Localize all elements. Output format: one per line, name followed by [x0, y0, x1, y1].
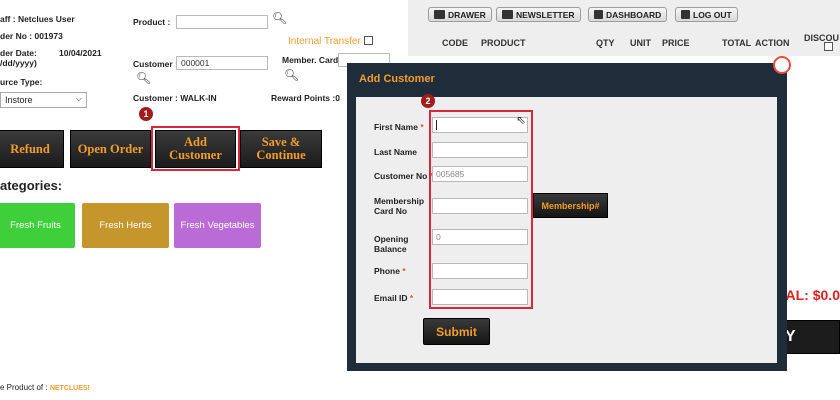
text-cursor	[436, 120, 437, 130]
cart-total: TAL: $0.0	[778, 287, 840, 303]
member-card-search-icon[interactable]: 🔍︎	[284, 68, 299, 82]
phone-text: Phone	[374, 266, 400, 276]
col-code: CODE	[442, 38, 469, 48]
step-badge-2: 2	[421, 94, 435, 108]
col-discount: DISCOU	[804, 33, 840, 43]
opening-line1: Opening	[374, 234, 409, 244]
drawer-label: DRAWER	[448, 9, 486, 20]
last-name-input[interactable]	[432, 142, 528, 158]
category-fresh-fruits[interactable]: Fresh Fruits	[0, 203, 75, 248]
last-name-label: Last Name	[374, 147, 417, 157]
save-continue-button[interactable]: Save & Continue	[240, 130, 322, 168]
member-card-label: Member. Card:	[282, 55, 342, 65]
submit-button[interactable]: Submit	[423, 318, 490, 345]
customer-no-text: Customer No	[374, 171, 428, 181]
open-order-button[interactable]: Open Order	[70, 130, 151, 168]
lock-icon	[681, 10, 690, 19]
customer-input[interactable]: 000001	[176, 56, 268, 70]
source-type-select[interactable]: Instore ⌵	[0, 92, 87, 108]
logout-button[interactable]: LOG OUT	[675, 7, 738, 22]
internal-transfer-label: Internal Transfer	[288, 36, 361, 47]
reward-points-label: Reward Points :0	[271, 93, 340, 103]
membership-line1: Membership	[374, 196, 425, 206]
opening-balance-label: Opening Balance	[374, 234, 408, 254]
category-fresh-herbs[interactable]: Fresh Herbs	[82, 203, 169, 248]
dashboard-label: DASHBOARD	[606, 9, 662, 20]
add-customer-line2: Customer	[169, 148, 222, 162]
col-product: PRODUCT	[481, 38, 526, 48]
add-customer-button[interactable]: Add Customer	[155, 130, 236, 168]
order-no-label: der No : 001973	[0, 31, 63, 41]
membership-line2: Card No	[374, 206, 408, 216]
refund-button[interactable]: Refund	[0, 130, 64, 168]
modal-body: First Name * Last Name Customer No * Mem…	[356, 94, 777, 363]
col-unit: UNIT	[630, 38, 651, 48]
first-name-input[interactable]	[432, 117, 528, 133]
drawer-button[interactable]: DRAWER	[428, 7, 492, 22]
order-date-label: der Date:	[0, 48, 37, 58]
dashboard-button[interactable]: DASHBOARD	[588, 7, 668, 22]
col-qty: QTY	[596, 38, 615, 48]
email-input[interactable]	[432, 289, 528, 305]
customer-search-icon[interactable]: 🔍︎	[136, 71, 151, 85]
footer-product-of: e Product of :	[0, 383, 48, 392]
email-text: Email ID	[374, 293, 408, 303]
opening-balance-input[interactable]: 0	[432, 229, 528, 245]
col-total: TOTAL	[722, 38, 752, 48]
first-name-text: First Name	[374, 122, 418, 132]
membership-button[interactable]: Membership#	[533, 193, 608, 218]
order-date-value: 10/04/2021	[59, 48, 102, 58]
source-type-label: urce Type:	[0, 77, 43, 87]
customer-no-input[interactable]: 005685	[432, 166, 528, 182]
col-price: PRICE	[662, 38, 690, 48]
customer-label: Customer :	[133, 59, 178, 69]
internal-transfer-checkbox[interactable]	[364, 36, 373, 45]
save-continue-line2: Continue	[256, 148, 306, 162]
customer-no-label: Customer No *	[374, 171, 433, 181]
membership-card-input[interactable]	[432, 198, 528, 214]
footer: e Product of : NETCLUES!	[0, 383, 90, 392]
categories-heading: ategories:	[0, 178, 63, 193]
email-label: Email ID *	[374, 293, 413, 303]
product-input[interactable]	[176, 15, 268, 29]
mouse-pointer-icon: ⇖	[516, 113, 527, 127]
drawer-icon	[434, 10, 445, 19]
required-mark: *	[409, 293, 414, 303]
newsletter-button[interactable]: NEWSLETTER	[496, 7, 581, 22]
first-name-label: First Name *	[374, 122, 424, 132]
customer-walkin-label: Customer : WALK-IN	[133, 93, 217, 103]
product-label: Product :	[133, 17, 171, 27]
modal-title: Add Customer	[359, 73, 435, 85]
cart-table-header: CODE PRODUCT QTY UNIT PRICE TOTAL ACTION…	[427, 33, 840, 52]
search-icon[interactable]: 🔍︎	[272, 11, 287, 25]
netclues-logo: NETCLUES!	[49, 385, 90, 392]
dashboard-icon	[594, 10, 603, 19]
col-action: ACTION	[755, 38, 790, 48]
chevron-down-icon: ⌵	[75, 94, 82, 103]
logout-label: LOG OUT	[693, 9, 732, 20]
newsletter-label: NEWSLETTER	[516, 9, 575, 20]
category-fresh-vegetables[interactable]: Fresh Vegetables	[174, 203, 261, 248]
required-mark: *	[402, 266, 406, 276]
phone-input[interactable]	[432, 263, 528, 279]
staff-label: aff : Netclues User	[0, 14, 75, 24]
close-icon[interactable]	[773, 56, 791, 74]
discount-checkbox[interactable]	[824, 42, 833, 51]
add-customer-modal: Add Customer First Name * Last Name Cust…	[347, 56, 791, 371]
required-mark: *	[420, 122, 424, 132]
phone-label: Phone *	[374, 266, 406, 276]
source-type-value: Instore	[5, 95, 33, 105]
order-date-hint: /dd/yyyy)	[0, 58, 37, 68]
step-badge-1: 1	[139, 107, 153, 121]
membership-label: Membership Card No	[374, 196, 424, 216]
newsletter-icon	[502, 10, 513, 19]
opening-line2: Balance	[374, 244, 407, 254]
